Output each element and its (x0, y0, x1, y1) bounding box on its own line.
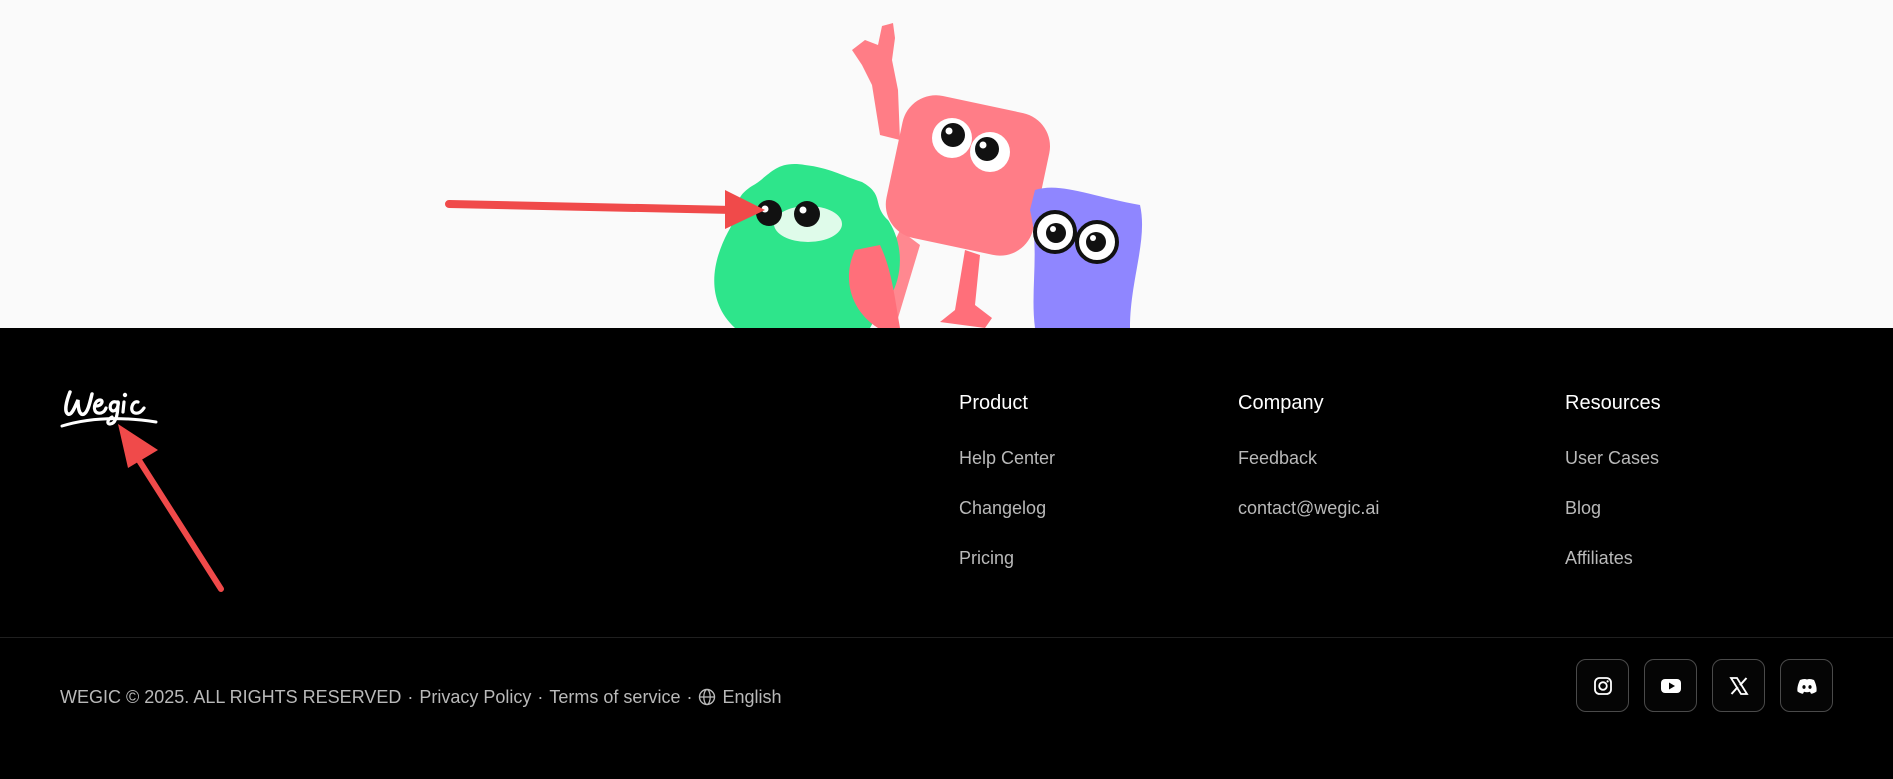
mascot-illustration (445, 23, 1143, 328)
footer-divider (0, 637, 1893, 638)
changelog-link[interactable]: Changelog (959, 496, 1055, 520)
green-mascot (714, 164, 900, 328)
discord-icon (1796, 678, 1817, 694)
social-links (1576, 659, 1833, 712)
column-title-resources: Resources (1565, 392, 1661, 414)
separator: · (407, 687, 414, 707)
annotation-arrow-hero (445, 190, 765, 229)
footer-column-company: Company Feedback contact@wegic.ai (1238, 390, 1379, 546)
copyright-text: WEGIC © 2025. ALL RIGHTS RESERVED (60, 687, 402, 707)
contact-email-link[interactable]: contact@wegic.ai (1238, 496, 1379, 520)
separator: · (686, 687, 693, 707)
instagram-icon (1593, 676, 1612, 695)
x-icon (1728, 676, 1749, 695)
terms-of-service-link[interactable]: Terms of service (549, 685, 680, 709)
x-button[interactable] (1712, 659, 1765, 712)
footer-column-resources: Resources User Cases Blog Affiliates (1565, 390, 1661, 596)
separator: · (537, 687, 544, 707)
column-title-company: Company (1238, 392, 1324, 414)
privacy-policy-link[interactable]: Privacy Policy (419, 685, 531, 709)
blog-link[interactable]: Blog (1565, 496, 1661, 520)
user-cases-link[interactable]: User Cases (1565, 446, 1661, 470)
footer-column-product: Product Help Center Changelog Pricing (959, 390, 1055, 596)
column-title-product: Product (959, 392, 1028, 414)
annotation-arrow-logo (118, 424, 224, 592)
youtube-button[interactable] (1644, 659, 1697, 712)
affiliates-link[interactable]: Affiliates (1565, 546, 1661, 570)
pricing-link[interactable]: Pricing (959, 546, 1055, 570)
globe-icon (699, 688, 716, 706)
youtube-icon (1660, 678, 1681, 693)
site-footer: Product Help Center Changelog Pricing Co… (0, 328, 1893, 779)
feedback-link[interactable]: Feedback (1238, 446, 1379, 470)
footer-bottom-bar: WEGIC © 2025. ALL RIGHTS RESERVED · Priv… (60, 685, 782, 709)
help-center-link[interactable]: Help Center (959, 446, 1055, 470)
instagram-button[interactable] (1576, 659, 1629, 712)
hero-illustration (0, 0, 1893, 328)
language-selector[interactable]: English (698, 685, 782, 709)
purple-mascot (1030, 187, 1143, 328)
discord-button[interactable] (1780, 659, 1833, 712)
language-label: English (722, 687, 782, 707)
